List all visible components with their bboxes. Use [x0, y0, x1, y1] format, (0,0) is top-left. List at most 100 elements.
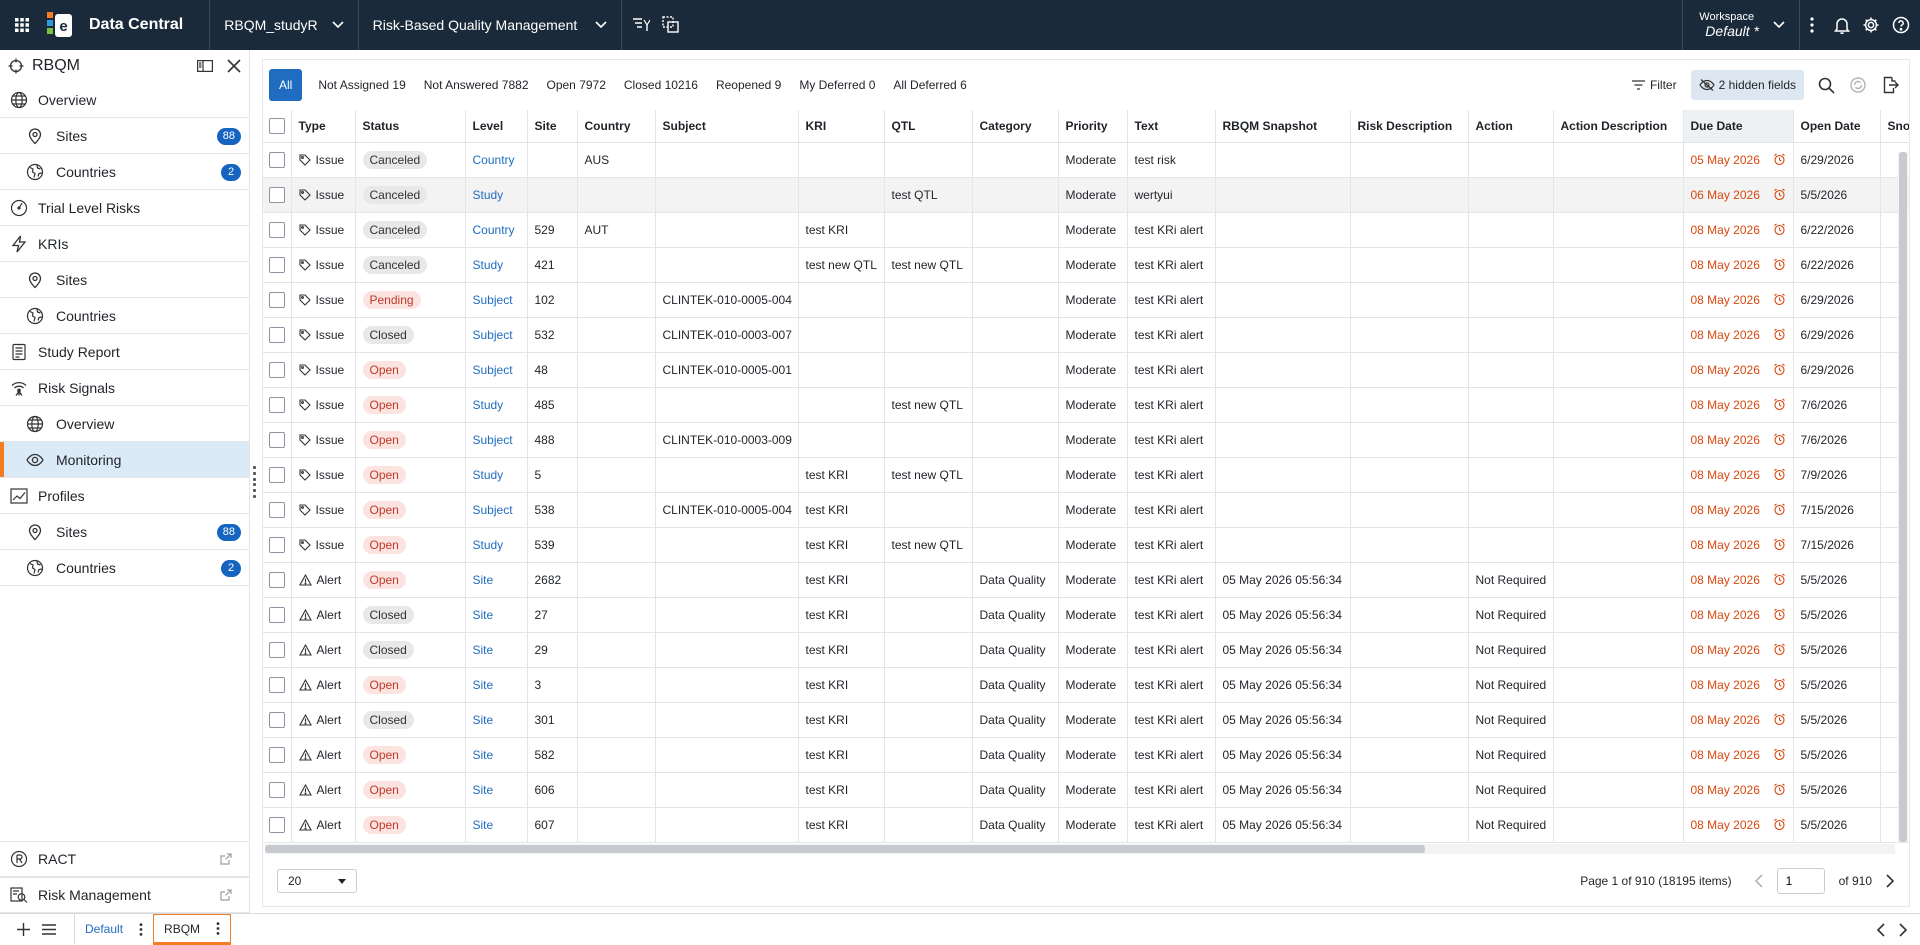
column-header-site[interactable]: Site — [527, 110, 578, 143]
module-selector[interactable]: Risk-Based Quality Management — [359, 0, 622, 50]
level-link[interactable]: Site — [473, 678, 494, 692]
quick-filter-not-answered[interactable]: Not Answered 7882 — [415, 69, 538, 101]
alarm-clock-icon[interactable] — [1773, 258, 1786, 271]
sidebar-item-risk-management[interactable]: Risk Management — [0, 877, 250, 913]
level-link[interactable]: Subject — [473, 503, 513, 517]
level-link[interactable]: Country — [473, 223, 515, 237]
table-row[interactable]: Alert Open Site 606 test KRI Data Quality Mode… — [263, 772, 1909, 808]
row-checkbox[interactable] — [269, 536, 285, 553]
workspace-tab-default[interactable]: Default — [74, 914, 153, 944]
row-checkbox[interactable] — [269, 816, 285, 833]
sidebar-item-overview[interactable]: Overview — [0, 406, 249, 442]
quick-filter-closed[interactable]: Closed 10216 — [615, 69, 707, 101]
hierarchy-filter-icon[interactable] — [632, 17, 651, 33]
row-checkbox[interactable] — [269, 361, 285, 378]
column-header-text[interactable]: Text — [1127, 110, 1216, 143]
row-checkbox[interactable] — [269, 501, 285, 518]
sidebar-item-monitoring[interactable]: Monitoring — [0, 442, 249, 478]
sidebar-item-sites[interactable]: Sites — [0, 262, 249, 298]
row-checkbox[interactable] — [269, 186, 285, 203]
table-row[interactable]: Issue Open Subject 488 CLINTEK-010-0003-009 M… — [263, 422, 1909, 458]
column-header-risk-description[interactable]: Risk Description — [1350, 110, 1469, 143]
column-header-country[interactable]: Country — [577, 110, 656, 143]
table-row[interactable]: Issue Open Subject 48 CLINTEK-010-0005-001 Mo… — [263, 352, 1909, 388]
quick-filter-reopened[interactable]: Reopened 9 — [707, 69, 790, 101]
alarm-clock-icon[interactable] — [1773, 818, 1786, 831]
column-header-rbqm-snapshot[interactable]: RBQM Snapshot — [1215, 110, 1351, 143]
row-checkbox[interactable] — [269, 641, 285, 658]
alarm-clock-icon[interactable] — [1773, 188, 1786, 201]
row-checkbox[interactable] — [269, 396, 285, 413]
alarm-clock-icon[interactable] — [1773, 643, 1786, 656]
table-row[interactable]: Alert Open Site 582 test KRI Data Quality Mode… — [263, 737, 1909, 773]
level-link[interactable]: Study — [473, 398, 504, 412]
alarm-clock-icon[interactable] — [1773, 748, 1786, 761]
refresh-disabled-icon[interactable] — [1849, 76, 1867, 94]
row-checkbox[interactable] — [269, 606, 285, 623]
sidebar-item-ract[interactable]: RACT — [0, 841, 250, 877]
alarm-clock-icon[interactable] — [1773, 713, 1786, 726]
table-row[interactable]: Issue Canceled Country 529 AUT test KRI Modera… — [263, 212, 1909, 248]
study-selector[interactable]: RBQM_studyR — [210, 0, 357, 50]
alarm-clock-icon[interactable] — [1773, 503, 1786, 516]
filter-button[interactable]: Filter — [1626, 70, 1683, 100]
table-row[interactable]: Issue Closed Subject 532 CLINTEK-010-0003-00… — [263, 317, 1909, 353]
horizontal-scrollbar[interactable] — [265, 844, 1895, 854]
alarm-clock-icon[interactable] — [1773, 153, 1786, 166]
sidebar-item-countries[interactable]: Countries — [0, 298, 249, 334]
page-number-input[interactable] — [1776, 868, 1825, 894]
quick-filter-open[interactable]: Open 7972 — [538, 69, 615, 101]
level-link[interactable]: Subject — [473, 363, 513, 377]
alarm-clock-icon[interactable] — [1773, 293, 1786, 306]
table-row[interactable]: Alert Closed Site 29 test KRI Data Quality Mod… — [263, 632, 1909, 668]
copy-view-icon[interactable] — [662, 16, 680, 34]
sidebar-item-countries[interactable]: Countries 2 — [0, 154, 249, 190]
table-row[interactable]: Issue Open Subject 538 CLINTEK-010-0005-004 t… — [263, 492, 1909, 528]
level-link[interactable]: Study — [473, 258, 504, 272]
level-link[interactable]: Subject — [473, 328, 513, 342]
table-row[interactable]: Alert Open Site 2682 test KRI Data Quality Mod… — [263, 562, 1909, 598]
level-link[interactable]: Site — [473, 748, 494, 762]
alarm-clock-icon[interactable] — [1773, 538, 1786, 551]
quick-filter-my-deferred[interactable]: My Deferred 0 — [790, 69, 884, 101]
more-vertical-icon[interactable] — [216, 922, 220, 935]
sidebar-item-profiles[interactable]: Profiles — [0, 478, 249, 514]
alarm-clock-icon[interactable] — [1773, 783, 1786, 796]
vertical-scrollbar[interactable] — [1898, 152, 1908, 842]
alarm-clock-icon[interactable] — [1773, 678, 1786, 691]
row-checkbox[interactable] — [269, 221, 285, 238]
page-size-select[interactable]: 20 — [277, 869, 357, 893]
dock-panel-icon[interactable] — [197, 60, 213, 72]
level-link[interactable]: Site — [473, 608, 494, 622]
alarm-clock-icon[interactable] — [1773, 398, 1786, 411]
sidebar-item-trial-level-risks[interactable]: Trial Level Risks — [0, 190, 249, 226]
row-checkbox[interactable] — [269, 746, 285, 763]
sidebar-item-sites[interactable]: Sites 88 — [0, 514, 249, 550]
sidebar-item-kris[interactable]: KRIs — [0, 226, 249, 262]
column-header-due-date[interactable]: Due Date — [1683, 110, 1794, 143]
level-link[interactable]: Study — [473, 188, 504, 202]
level-link[interactable]: Site — [473, 713, 494, 727]
alarm-clock-icon[interactable] — [1773, 468, 1786, 481]
select-all-checkbox[interactable] — [269, 117, 285, 134]
level-link[interactable]: Study — [473, 538, 504, 552]
row-checkbox[interactable] — [269, 256, 285, 273]
workspace-tab-rbqm[interactable]: RBQM — [153, 914, 232, 945]
sidebar-item-overview[interactable]: Overview — [0, 82, 249, 118]
level-link[interactable]: Study — [473, 468, 504, 482]
close-icon[interactable] — [227, 59, 241, 73]
table-row[interactable]: Issue Canceled Country AUS Moderate test risk… — [263, 142, 1909, 178]
add-tab-icon[interactable] — [10, 915, 36, 945]
quick-filter-all[interactable]: All — [269, 69, 303, 101]
column-header-status[interactable]: Status — [355, 110, 466, 143]
alarm-clock-icon[interactable] — [1773, 433, 1786, 446]
row-checkbox[interactable] — [269, 326, 285, 343]
sidebar-resize-handle[interactable] — [253, 466, 257, 498]
next-page-icon[interactable] — [1886, 874, 1895, 888]
table-row[interactable]: Alert Closed Site 301 test KRI Data Quality Mo… — [263, 702, 1909, 738]
sidebar-item-risk-signals[interactable]: Risk Signals — [0, 370, 249, 406]
scroll-left-icon[interactable] — [1876, 922, 1885, 937]
column-header-action[interactable]: Action — [1468, 110, 1554, 143]
search-icon[interactable] — [1818, 77, 1835, 94]
level-link[interactable]: Site — [473, 643, 494, 657]
